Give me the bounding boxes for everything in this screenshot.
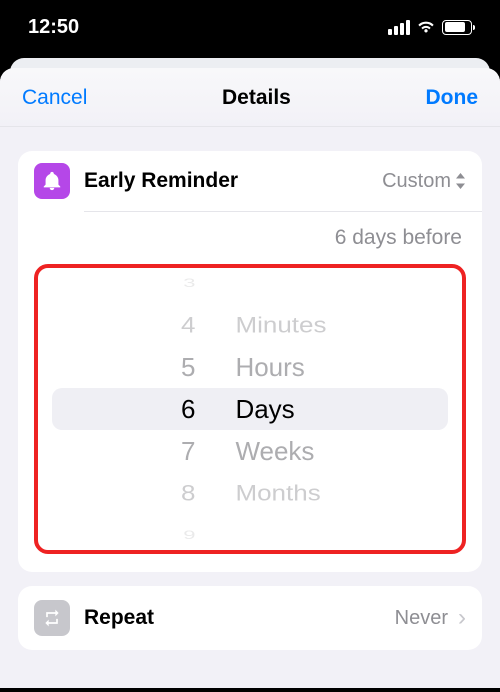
wifi-icon: [416, 17, 436, 38]
picker-number-selected[interactable]: 6: [181, 388, 195, 430]
cellular-signal-icon: [388, 20, 410, 35]
picker-unit-column[interactable]: Minutes Hours Days Weeks Months: [225, 268, 462, 550]
early-reminder-label: Early Reminder: [84, 169, 382, 193]
repeat-row[interactable]: Repeat Never ›: [18, 586, 482, 650]
bell-icon: [34, 163, 70, 199]
picker-number-option[interactable]: 9: [183, 523, 195, 546]
status-bar: 12:50: [0, 0, 500, 54]
early-reminder-section: Early Reminder Custom 6 days before 3 4 …: [18, 151, 482, 572]
picker-unit-option[interactable]: Weeks: [235, 430, 314, 472]
modal-sheet: Cancel Details Done Early Reminder Custo…: [0, 68, 500, 688]
sort-icon: [455, 173, 466, 189]
picker-unit-option[interactable]: Hours: [235, 346, 304, 388]
early-reminder-value: Custom: [382, 170, 466, 193]
battery-icon: [442, 20, 472, 35]
navigation-bar: Cancel Details Done: [0, 68, 500, 127]
picker-number-option[interactable]: 3: [183, 271, 195, 294]
done-button[interactable]: Done: [426, 86, 479, 110]
picker-unit-option[interactable]: Months: [235, 475, 320, 511]
picker-number-column[interactable]: 3 4 5 6 7 8 9: [38, 268, 225, 550]
picker-number-option[interactable]: 8: [181, 475, 195, 511]
status-indicators: [388, 17, 472, 38]
page-title: Details: [222, 86, 291, 110]
reminder-summary: 6 days before: [18, 212, 482, 264]
status-time: 12:50: [28, 16, 79, 39]
repeat-icon: [34, 600, 70, 636]
picker-unit-option[interactable]: Minutes: [235, 307, 326, 343]
picker-unit-selected[interactable]: Days: [235, 388, 294, 430]
cancel-button[interactable]: Cancel: [22, 86, 87, 110]
chevron-right-icon: ›: [458, 604, 466, 632]
repeat-section: Repeat Never ›: [18, 586, 482, 650]
early-reminder-row[interactable]: Early Reminder Custom: [18, 151, 482, 211]
picker-number-option[interactable]: 5: [181, 346, 195, 388]
repeat-label: Repeat: [84, 606, 395, 630]
repeat-value: Never ›: [395, 604, 466, 632]
picker-number-option[interactable]: 7: [181, 430, 195, 472]
picker-number-option[interactable]: 4: [181, 307, 195, 343]
time-picker[interactable]: 3 4 5 6 7 8 9 Minutes Hours Days Weeks M…: [34, 264, 466, 554]
